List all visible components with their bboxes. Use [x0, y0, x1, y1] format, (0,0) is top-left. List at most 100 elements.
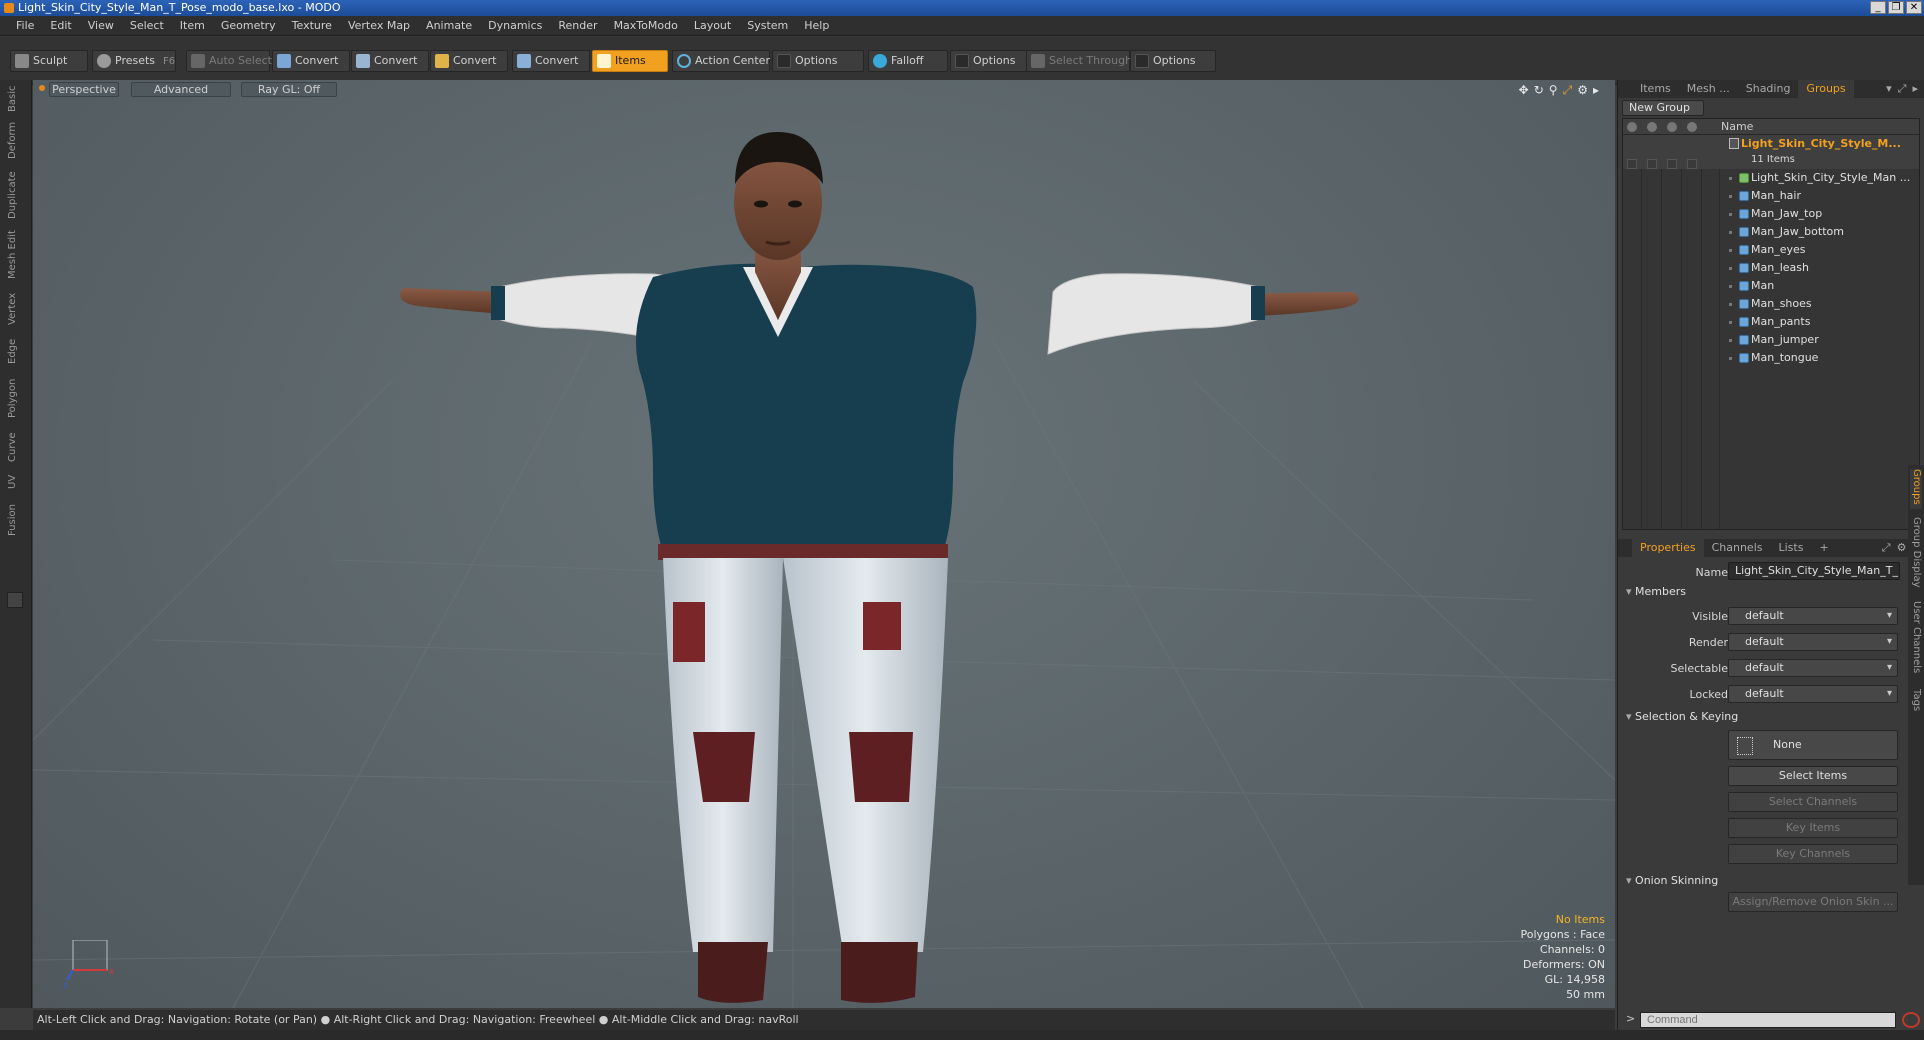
options-button-1[interactable]: Options: [772, 50, 864, 72]
convert-vertices-button[interactable]: Convert: [272, 50, 350, 72]
sculpt-button[interactable]: Sculpt: [10, 50, 88, 72]
minimize-button[interactable]: _: [1870, 1, 1886, 14]
menu-layout[interactable]: Layout: [686, 16, 739, 36]
raygl-button[interactable]: Ray GL: Off: [241, 82, 337, 97]
select-through-button[interactable]: Select Through: [1026, 50, 1132, 72]
tab-properties[interactable]: Properties: [1632, 539, 1704, 557]
menu-edit[interactable]: Edit: [42, 16, 79, 36]
menu-texture[interactable]: Texture: [284, 16, 340, 36]
side-tab-tags[interactable]: Tags: [1910, 689, 1922, 719]
tab-items[interactable]: Items: [1632, 80, 1679, 98]
onion-skinning-section-header[interactable]: Onion Skinning: [1626, 874, 1718, 887]
locked-dropdown[interactable]: default: [1728, 685, 1898, 703]
convert-polygons-button[interactable]: Convert: [430, 50, 508, 72]
convert-materials-button[interactable]: Convert: [512, 50, 590, 72]
tab-duplicate[interactable]: Duplicate: [7, 170, 25, 220]
expand-panel-icon[interactable]: ⤢: [1898, 82, 1907, 96]
items-mode-button[interactable]: Items: [592, 50, 668, 72]
tab-basic[interactable]: Basic: [7, 84, 25, 114]
tab-expand-button[interactable]: [7, 592, 23, 608]
menu-help[interactable]: Help: [796, 16, 837, 36]
falloff-button[interactable]: Falloff: [868, 50, 948, 72]
3d-viewport[interactable]: Perspective Advanced Ray GL: Off ✥ ↻ ⚲ ⤢…: [33, 80, 1615, 1008]
menu-vertex-map[interactable]: Vertex Map: [340, 16, 418, 36]
menu-system[interactable]: System: [739, 16, 796, 36]
select-items-button[interactable]: Select Items: [1728, 766, 1898, 786]
tab-mesh[interactable]: Mesh ...: [1679, 80, 1738, 98]
select-channels-button[interactable]: Select Channels: [1728, 792, 1898, 812]
list-item[interactable]: Man_eyes: [1623, 241, 1919, 259]
group-lock-toggle[interactable]: [1667, 159, 1677, 169]
auto-select-button[interactable]: Auto Select: [186, 50, 272, 72]
action-center-button[interactable]: Action Center: [672, 50, 770, 72]
menu-dynamics[interactable]: Dynamics: [480, 16, 550, 36]
visible-dropdown[interactable]: default: [1728, 607, 1898, 625]
panel-more-icon[interactable]: ▸: [1912, 82, 1918, 96]
tab-edge[interactable]: Edge: [7, 336, 25, 366]
options-button-3[interactable]: Options: [1130, 50, 1216, 72]
list-item[interactable]: Man_shoes: [1623, 295, 1919, 313]
render-column-icon[interactable]: [1647, 122, 1657, 132]
side-tab-groups[interactable]: Groups: [1910, 469, 1922, 509]
restore-button[interactable]: ❐: [1888, 1, 1904, 14]
group-select-toggle[interactable]: [1687, 159, 1697, 169]
list-item[interactable]: Man_Jaw_bottom: [1623, 223, 1919, 241]
pan-icon[interactable]: ✥: [1519, 83, 1529, 98]
list-item[interactable]: Man_jumper: [1623, 331, 1919, 349]
menu-select[interactable]: Select: [122, 16, 172, 36]
lock-column-icon[interactable]: [1667, 122, 1677, 132]
shading-mode-button[interactable]: Advanced: [131, 82, 231, 97]
selectable-dropdown[interactable]: default: [1728, 659, 1898, 677]
fit-icon[interactable]: ⤢: [1563, 83, 1573, 98]
list-item[interactable]: Light_Skin_City_Style_Man ...: [1623, 169, 1919, 187]
list-item[interactable]: Man_leash: [1623, 259, 1919, 277]
side-tab-group-display[interactable]: Group Display: [1910, 517, 1922, 593]
selection-keying-section-header[interactable]: Selection & Keying: [1626, 710, 1738, 723]
command-input[interactable]: [1640, 1012, 1896, 1028]
list-item[interactable]: Man_Jaw_top: [1623, 205, 1919, 223]
expand-properties-icon[interactable]: ⤢: [1882, 541, 1891, 555]
menu-item[interactable]: Item: [172, 16, 213, 36]
selection-set-button[interactable]: None: [1728, 730, 1898, 760]
list-item[interactable]: Man_pants: [1623, 313, 1919, 331]
viewport-more-icon[interactable]: ▸: [1593, 83, 1599, 98]
tab-mesh-edit[interactable]: Mesh Edit: [7, 230, 25, 280]
close-button[interactable]: ✕: [1906, 1, 1922, 14]
tab-menu-chevron-icon[interactable]: ▾: [1886, 82, 1892, 96]
tab-curve[interactable]: Curve: [7, 430, 25, 464]
menu-geometry[interactable]: Geometry: [213, 16, 284, 36]
menu-render[interactable]: Render: [550, 16, 605, 36]
tab-fusion[interactable]: Fusion: [7, 500, 25, 540]
members-section-header[interactable]: Members: [1626, 585, 1686, 598]
group-row[interactable]: Light_Skin_City_Style_M... 11 Items: [1623, 135, 1919, 169]
tab-shading[interactable]: Shading: [1738, 80, 1799, 98]
name-column-header[interactable]: Name: [1721, 120, 1753, 133]
view-type-button[interactable]: Perspective: [49, 82, 119, 97]
group-render-toggle[interactable]: [1647, 159, 1657, 169]
viewport-settings-icon[interactable]: ⚙: [1577, 83, 1588, 98]
tab-channels[interactable]: Channels: [1704, 539, 1771, 557]
assign-onion-skin-button[interactable]: Assign/Remove Onion Skin ...: [1728, 892, 1898, 912]
render-dropdown[interactable]: default: [1728, 633, 1898, 651]
list-item[interactable]: Man: [1623, 277, 1919, 295]
list-item[interactable]: Man_tongue: [1623, 349, 1919, 367]
key-items-button[interactable]: Key Items: [1728, 818, 1898, 838]
side-tab-user-channels[interactable]: User Channels: [1910, 601, 1922, 681]
convert-edges-button[interactable]: Convert: [351, 50, 429, 72]
rotate-icon[interactable]: ↻: [1534, 83, 1544, 98]
viewport-menu-icon[interactable]: [39, 85, 45, 91]
menu-view[interactable]: View: [80, 16, 122, 36]
add-tab-button[interactable]: +: [1811, 539, 1836, 557]
tab-polygon[interactable]: Polygon: [7, 376, 25, 420]
group-name-field[interactable]: Light_Skin_City_Style_Man_T_Pc: [1728, 562, 1900, 580]
list-item[interactable]: Man_hair: [1623, 187, 1919, 205]
tab-uv[interactable]: UV: [7, 472, 25, 492]
tab-lists[interactable]: Lists: [1771, 539, 1812, 557]
new-group-button[interactable]: New Group: [1622, 100, 1704, 116]
menu-maxtomodo[interactable]: MaxToModo: [606, 16, 686, 36]
visibility-column-icon[interactable]: [1627, 122, 1637, 132]
group-visible-toggle[interactable]: [1627, 159, 1637, 169]
tab-deform[interactable]: Deform: [7, 120, 25, 160]
menu-file[interactable]: File: [8, 16, 42, 36]
presets-button[interactable]: Presets F6: [92, 50, 176, 72]
